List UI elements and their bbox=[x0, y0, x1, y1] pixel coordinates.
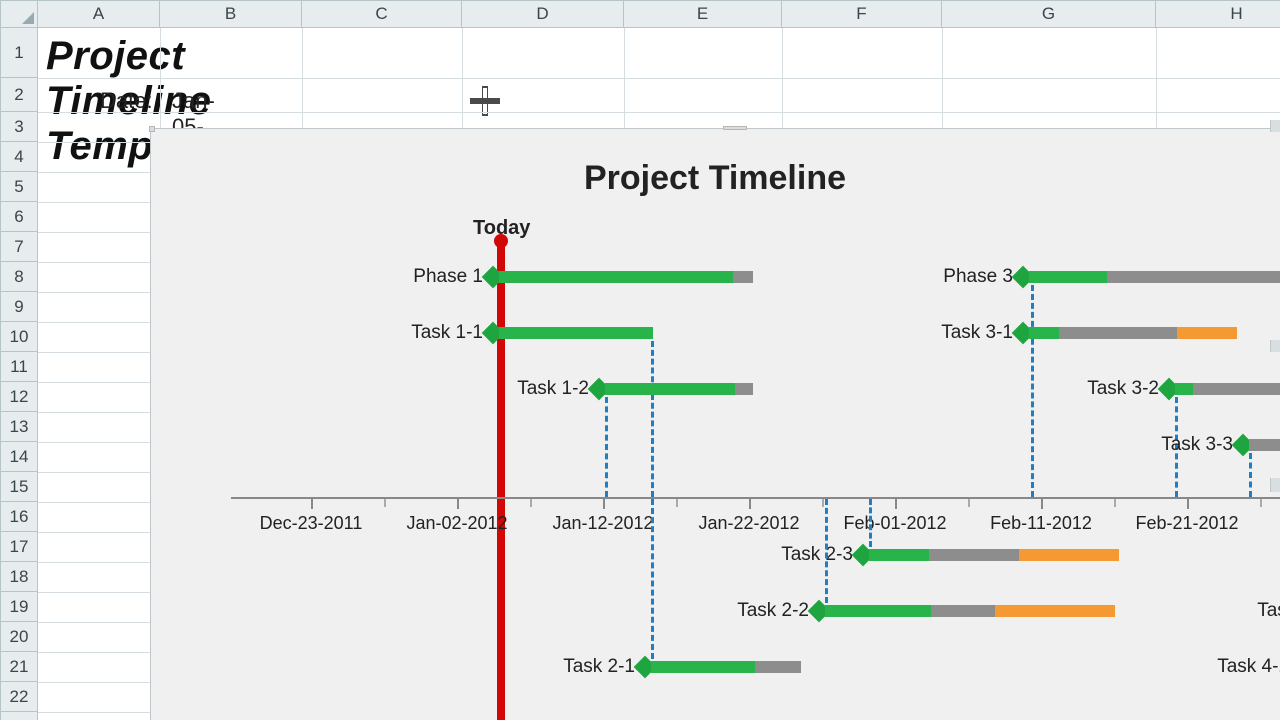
bar-task-3-3[interactable]: Task 3-3 bbox=[1243, 437, 1280, 453]
x-axis: Dec-23-2011Jan-02-2012Jan-12-2012Jan-22-… bbox=[231, 497, 1280, 499]
dependency-line bbox=[825, 499, 828, 603]
bar-task-2-2[interactable]: Task 2-2 bbox=[819, 603, 1119, 619]
dependency-line bbox=[1249, 453, 1252, 497]
row-header[interactable]: 16 bbox=[0, 502, 38, 532]
row-header[interactable]: 23 bbox=[0, 712, 38, 720]
row-header[interactable]: 9 bbox=[0, 292, 38, 322]
column-header[interactable]: C bbox=[302, 0, 462, 28]
axis-tick-label: Feb-01-2012 bbox=[843, 513, 946, 534]
bar-label: Task 4-1 bbox=[1217, 656, 1280, 678]
row-header[interactable]: 5 bbox=[0, 172, 38, 202]
chart-resize-handle[interactable] bbox=[723, 126, 747, 130]
bar-label: Phase 1 bbox=[413, 266, 483, 288]
row-header[interactable]: 2 bbox=[0, 78, 38, 112]
bar-label: Task 4-2 bbox=[1257, 600, 1280, 622]
row-header[interactable]: 12 bbox=[0, 382, 38, 412]
dependency-line bbox=[1031, 285, 1034, 497]
axis-tick-label: Jan-12-2012 bbox=[552, 513, 653, 534]
column-header[interactable]: G bbox=[942, 0, 1156, 28]
chart-resize-handle[interactable] bbox=[149, 126, 155, 132]
bar-label: Phase 3 bbox=[943, 266, 1013, 288]
dependency-line bbox=[651, 341, 654, 497]
bar-phase-1[interactable]: Phase 1 bbox=[493, 269, 753, 285]
bar-task-2-1[interactable]: Task 2-1 bbox=[645, 659, 801, 675]
axis-tick-label: Feb-11-2012 bbox=[990, 513, 1092, 534]
scrollbar-nub[interactable] bbox=[1270, 340, 1280, 352]
bar-label: Task 2-2 bbox=[737, 600, 809, 622]
row-header[interactable]: 8 bbox=[0, 262, 38, 292]
row-header[interactable]: 18 bbox=[0, 562, 38, 592]
row-header[interactable]: 22 bbox=[0, 682, 38, 712]
dependency-line bbox=[605, 397, 608, 497]
row-header[interactable]: 13 bbox=[0, 412, 38, 442]
row-header[interactable]: 10 bbox=[0, 322, 38, 352]
bar-task-3-1[interactable]: Task 3-1 bbox=[1023, 325, 1237, 341]
today-marker-dot bbox=[494, 234, 508, 248]
bar-label: Task 3-1 bbox=[941, 322, 1013, 344]
column-header[interactable]: H bbox=[1156, 0, 1280, 28]
row-header[interactable]: 4 bbox=[0, 142, 38, 172]
today-marker-line bbox=[497, 241, 505, 720]
chart-plot-area: Today Dec-23-2011Jan-02-2012Jan-12-2012J… bbox=[231, 229, 1280, 720]
bar-label: Task 2-3 bbox=[781, 544, 853, 566]
axis-tick-label: Jan-02-2012 bbox=[406, 513, 507, 534]
column-header[interactable]: D bbox=[462, 0, 624, 28]
axis-tick-label: Jan-22-2012 bbox=[698, 513, 799, 534]
bar-task-3-2[interactable]: Task 3-2 bbox=[1169, 381, 1280, 397]
row-header[interactable]: 21 bbox=[0, 652, 38, 682]
bar-label: Task 3-3 bbox=[1161, 434, 1233, 456]
column-header[interactable]: A bbox=[38, 0, 160, 28]
column-header[interactable]: F bbox=[782, 0, 942, 28]
row-header[interactable]: 14 bbox=[0, 442, 38, 472]
row-header[interactable]: 11 bbox=[0, 352, 38, 382]
bar-task-1-2[interactable]: Task 1-2 bbox=[599, 381, 753, 397]
bar-label: Task 3-2 bbox=[1087, 378, 1159, 400]
row-header[interactable]: 1 bbox=[0, 28, 38, 78]
column-header[interactable]: E bbox=[624, 0, 782, 28]
scrollbar-nub[interactable] bbox=[1270, 478, 1280, 492]
row-header[interactable]: 6 bbox=[0, 202, 38, 232]
spreadsheet[interactable]: ABCDEFGH 1234567891011121314151617181920… bbox=[0, 0, 1280, 720]
date-label: Date: bbox=[100, 88, 153, 114]
bar-label: Task 1-1 bbox=[411, 322, 483, 344]
row-header[interactable]: 3 bbox=[0, 112, 38, 142]
bar-label: Task 1-2 bbox=[517, 378, 589, 400]
bar-label: Task 2-1 bbox=[563, 656, 635, 678]
dependency-line bbox=[651, 499, 654, 659]
row-header[interactable]: 19 bbox=[0, 592, 38, 622]
select-all-corner[interactable] bbox=[0, 0, 38, 28]
row-header[interactable]: 20 bbox=[0, 622, 38, 652]
chart-title: Project Timeline bbox=[151, 159, 1279, 198]
scrollbar-nub[interactable] bbox=[1270, 120, 1280, 132]
bar-phase-3[interactable]: Phase 3 bbox=[1023, 269, 1280, 285]
gantt-chart[interactable]: Project Timeline Today Dec-23-2011Jan-02… bbox=[150, 128, 1280, 720]
axis-tick-label: Feb-21-2012 bbox=[1135, 513, 1238, 534]
row-header[interactable]: 17 bbox=[0, 532, 38, 562]
dependency-line bbox=[869, 499, 872, 547]
row-header[interactable]: 15 bbox=[0, 472, 38, 502]
row-header[interactable]: 7 bbox=[0, 232, 38, 262]
axis-tick-label: Dec-23-2011 bbox=[260, 513, 363, 534]
bar-task-1-1[interactable]: Task 1-1 bbox=[493, 325, 653, 341]
bar-task-2-3[interactable]: Task 2-3 bbox=[863, 547, 1123, 563]
column-header[interactable]: B bbox=[160, 0, 302, 28]
